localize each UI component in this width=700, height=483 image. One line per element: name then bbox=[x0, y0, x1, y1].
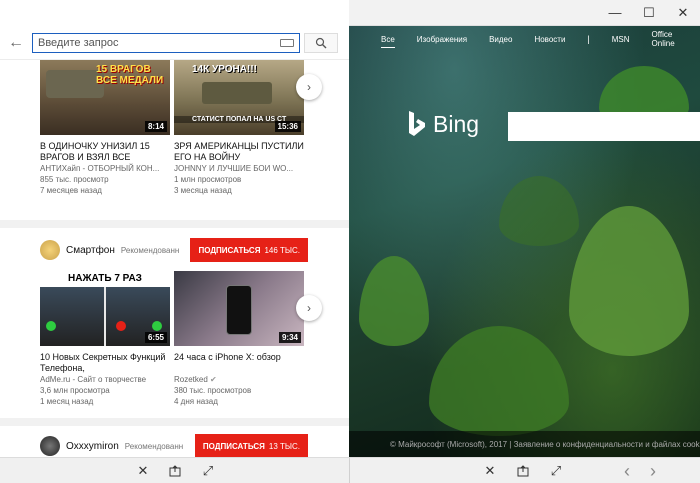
video-thumbnail[interactable]: 9:34 bbox=[174, 271, 304, 346]
bing-wordmark: Bing bbox=[433, 110, 480, 137]
subscribe-button[interactable]: ПОДПИСАТЬСЯ 13 ТЫС. bbox=[194, 434, 308, 457]
subscriber-count: 146 ТЫС. bbox=[264, 245, 300, 255]
forward-chevron-icon[interactable]: › bbox=[643, 461, 663, 481]
expand-icon[interactable]: ⤢ bbox=[546, 462, 566, 480]
video-card[interactable]: НАЖАТЬ 7 РАЗ 6:55 10 Новых Секретных Фун… bbox=[40, 271, 170, 407]
bing-b-icon bbox=[409, 111, 425, 136]
bing-pane: Все Изображения Видео Новости | MSN Offi… bbox=[349, 26, 700, 457]
chevron-right-icon: › bbox=[307, 80, 311, 94]
maximize-button[interactable]: ☐ bbox=[632, 0, 666, 26]
keyboard-icon[interactable] bbox=[280, 38, 294, 47]
chevron-right-icon: › bbox=[307, 301, 311, 315]
video-age: 7 месяцев назад bbox=[40, 186, 102, 195]
subscriber-count: 13 ТЫС. bbox=[268, 441, 300, 451]
next-videos-button[interactable]: › bbox=[296, 74, 322, 100]
video-views: 380 тыс. просмотров bbox=[174, 386, 252, 395]
nav-images[interactable]: Изображения bbox=[417, 35, 467, 44]
video-thumbnail[interactable]: НАЖАТЬ 7 РАЗ 6:55 bbox=[40, 271, 170, 346]
channel-header: Oxxxymiron Рекомендованн ПОДПИСАТЬСЯ 13 … bbox=[40, 434, 308, 457]
video-thumbnail[interactable]: 15 ВРАГОВ ВСЕ МЕДАЛИ 8:14 bbox=[40, 60, 170, 135]
duration-badge: 6:55 bbox=[144, 332, 167, 343]
title-bar: — ☐ ✕ bbox=[0, 0, 700, 26]
close-icon[interactable]: ✕ bbox=[133, 462, 153, 480]
minimize-button[interactable]: — bbox=[598, 0, 632, 26]
channel-avatar[interactable] bbox=[40, 240, 60, 260]
answer-call-icon bbox=[46, 321, 56, 331]
bing-top-nav: Все Изображения Видео Новости | MSN Offi… bbox=[349, 26, 700, 52]
window: — ☐ ✕ ← Введите запрос 15 ВРАГОВ ВСЕ МЕД… bbox=[0, 0, 700, 483]
channel-header: Смартфон Рекомендованн ПОДПИСАТЬСЯ 146 Т… bbox=[40, 238, 308, 262]
video-channel[interactable]: АНТИХайп - ОТБОРНЫЙ КОН... bbox=[40, 163, 170, 174]
subscribe-label: ПОДПИСАТЬСЯ bbox=[202, 441, 265, 451]
close-icon[interactable]: ✕ bbox=[480, 462, 500, 480]
bottom-toolbar: ✕ ⤢ ✕ ⤢ ‹ › bbox=[0, 457, 700, 483]
video-row: 15 ВРАГОВ ВСЕ МЕДАЛИ 8:14 В ОДИНОЧКУ УНИ… bbox=[40, 60, 340, 195]
thumbnail-overlay-text: 15 ВРАГОВ ВСЕ МЕДАЛИ bbox=[96, 64, 164, 86]
video-thumbnail[interactable]: 14К УРОНА!!! СТАТИСТ ПОПАЛ НА US СТ 15:3… bbox=[174, 60, 304, 135]
duration-badge: 8:14 bbox=[144, 121, 167, 132]
video-card[interactable]: 15 ВРАГОВ ВСЕ МЕДАЛИ 8:14 В ОДИНОЧКУ УНИ… bbox=[40, 60, 170, 196]
bing-logo[interactable]: Bing bbox=[407, 110, 479, 138]
nav-office-online[interactable]: Office Online bbox=[652, 30, 678, 48]
video-card[interactable]: 14К УРОНА!!! СТАТИСТ ПОПАЛ НА US СТ 15:3… bbox=[174, 60, 304, 196]
channel-avatar[interactable] bbox=[40, 436, 60, 456]
video-row: НАЖАТЬ 7 РАЗ 6:55 10 Новых Секретных Фун… bbox=[40, 271, 340, 411]
share-icon[interactable] bbox=[165, 462, 185, 480]
nav-video[interactable]: Видео bbox=[489, 35, 512, 44]
video-views: 3,6 млн просмотра bbox=[40, 386, 110, 395]
search-icon bbox=[315, 37, 327, 48]
back-arrow-icon[interactable]: ← bbox=[0, 34, 32, 52]
nav-all[interactable]: Все bbox=[381, 35, 395, 48]
subscribe-button[interactable]: ПОДПИСАТЬСЯ 146 ТЫС. bbox=[190, 238, 308, 262]
video-title[interactable]: 10 Новых Секретных Функций Телефона, bbox=[40, 352, 170, 374]
verified-icon: ✔ bbox=[210, 375, 217, 384]
tank-image bbox=[202, 82, 272, 104]
nav-msn[interactable]: MSN bbox=[612, 35, 630, 44]
nav-news[interactable]: Новости bbox=[534, 35, 565, 44]
video-age: 1 месяц назад bbox=[40, 397, 94, 406]
video-channel[interactable]: Rozetked ✔ bbox=[174, 374, 304, 385]
nav-separator: | bbox=[587, 34, 590, 44]
video-views: 1 млн просмотров bbox=[174, 175, 242, 184]
video-views: 855 тыс. просмотр bbox=[40, 175, 109, 184]
phone-image bbox=[226, 285, 252, 335]
section-divider bbox=[0, 220, 349, 228]
next-videos-button[interactable]: › bbox=[296, 295, 322, 321]
search-button[interactable] bbox=[304, 32, 338, 53]
video-age: 3 месяца назад bbox=[174, 186, 232, 195]
channel-name[interactable]: Oxxxymiron bbox=[66, 441, 119, 452]
close-window-button[interactable]: ✕ bbox=[666, 0, 700, 26]
subscribe-label: ПОДПИСАТЬСЯ bbox=[198, 245, 261, 255]
footer-text[interactable]: © Майкрософт (Microsoft), 2017 | Заявлен… bbox=[390, 440, 700, 449]
video-channel[interactable]: JOHNNY И ЛУЧШИЕ БОИ WO... bbox=[174, 163, 304, 174]
thumbnail-overlay-text: 14К УРОНА!!! bbox=[192, 64, 257, 75]
bing-footer: © Майкрософт (Microsoft), 2017 | Заявлен… bbox=[349, 431, 700, 457]
search-bar: ← Введите запрос bbox=[0, 26, 349, 60]
video-channel[interactable]: AdMe.ru - Сайт о творчестве bbox=[40, 374, 170, 385]
search-placeholder: Введите запрос bbox=[38, 36, 119, 49]
video-card[interactable]: 9:34 24 часа с iPhone X: обзор Rozetked … bbox=[174, 271, 304, 407]
answer-call-icon bbox=[152, 321, 162, 331]
video-title[interactable]: В ОДИНОЧКУ УНИЗИЛ 15 ВРАГОВ И ВЗЯЛ ВСЕ bbox=[40, 141, 170, 163]
search-input[interactable]: Введите запрос bbox=[32, 32, 300, 53]
youtube-pane: ← Введите запрос 15 ВРАГОВ ВСЕ МЕДАЛИ 8:… bbox=[0, 26, 349, 457]
video-age: 4 дня назад bbox=[174, 397, 218, 406]
channel-name[interactable]: Смартфон bbox=[66, 245, 115, 256]
share-icon[interactable] bbox=[513, 462, 533, 480]
thumbnail-overlay-text: НАЖАТЬ 7 РАЗ bbox=[40, 271, 170, 287]
video-title[interactable]: 24 часа с iPhone X: обзор bbox=[174, 352, 304, 374]
bing-search-input[interactable] bbox=[508, 112, 700, 141]
section-divider bbox=[0, 418, 349, 426]
duration-badge: 15:36 bbox=[274, 121, 301, 132]
video-title[interactable]: ЗРЯ АМЕРИКАНЦЫ ПУСТИЛИ ЕГО НА ВОЙНУ bbox=[174, 141, 304, 163]
duration-badge: 9:34 bbox=[278, 332, 301, 343]
channel-name-text: Rozetked bbox=[174, 375, 208, 384]
expand-icon[interactable]: ⤢ bbox=[198, 462, 218, 480]
back-chevron-icon[interactable]: ‹ bbox=[617, 461, 637, 481]
decline-call-icon bbox=[116, 321, 126, 331]
